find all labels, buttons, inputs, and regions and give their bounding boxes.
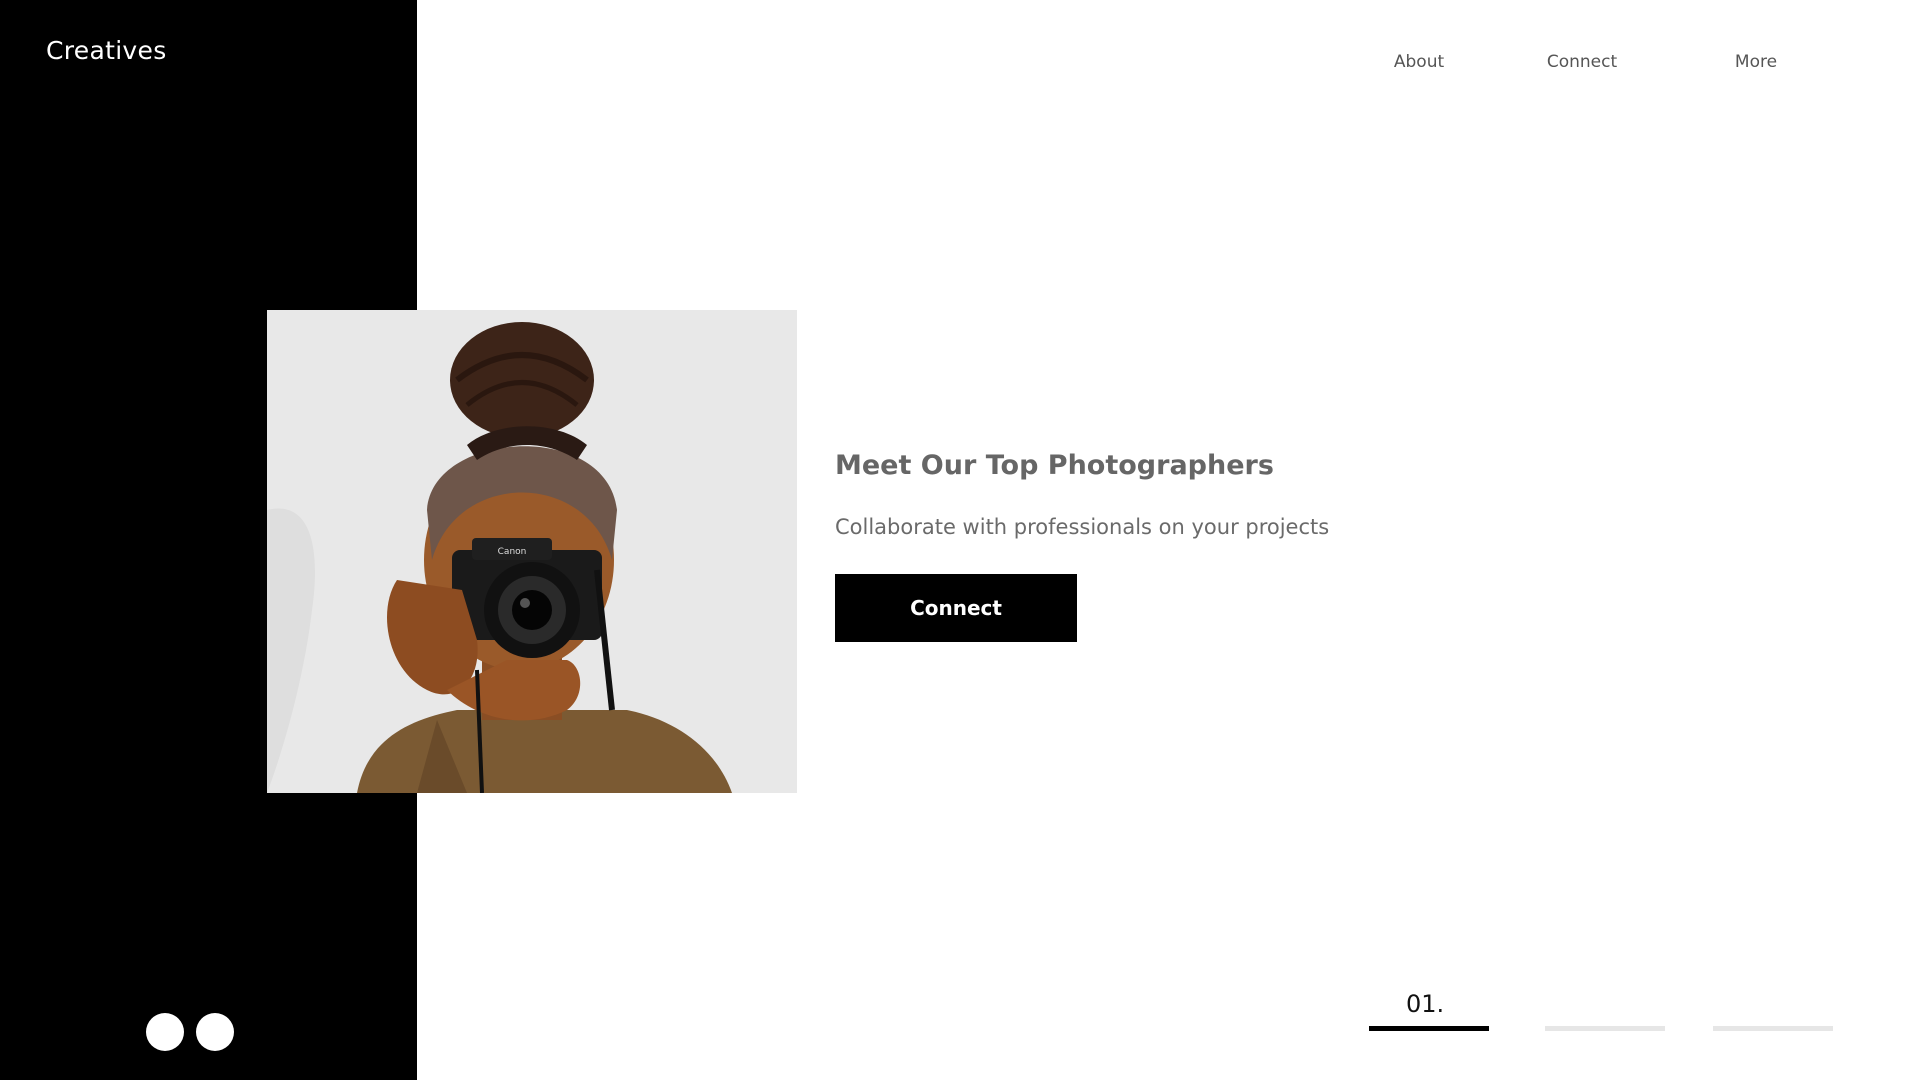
photographer-photo: Canon: [267, 310, 797, 793]
hero-subtitle: Collaborate with professionals on your p…: [835, 515, 1330, 539]
connect-button[interactable]: Connect: [835, 574, 1077, 642]
page: Creatives About Connect More Canon Meet …: [0, 0, 1920, 1080]
slide-indicator-1[interactable]: [1369, 1026, 1489, 1031]
carousel-dots: [146, 1013, 234, 1051]
slide-indicator-3[interactable]: [1713, 1026, 1833, 1031]
nav-item-more[interactable]: More: [1735, 52, 1777, 72]
hero-title: Meet Our Top Photographers: [835, 450, 1274, 481]
slide-indicator-2[interactable]: [1545, 1026, 1665, 1031]
slide-number: 01.: [1406, 990, 1445, 1018]
nav-item-about[interactable]: About: [1394, 52, 1444, 72]
top-nav: About Connect More: [0, 52, 1920, 80]
photographer-illustration: Canon: [267, 310, 797, 793]
nav-item-connect[interactable]: Connect: [1547, 52, 1617, 72]
svg-text:Canon: Canon: [498, 547, 527, 557]
carousel-dot[interactable]: [146, 1013, 184, 1051]
carousel-dot[interactable]: [196, 1013, 234, 1051]
